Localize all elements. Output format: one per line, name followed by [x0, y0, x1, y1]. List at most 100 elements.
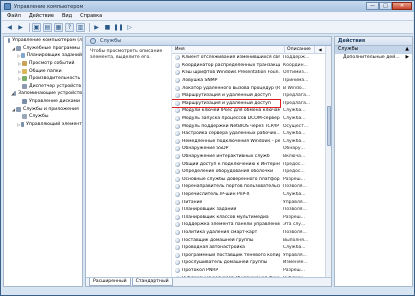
minimize-button[interactable]: —: [366, 2, 379, 10]
show-tree-icon[interactable]: ▤: [43, 22, 52, 32]
tree-item[interactable]: Службы: [4, 113, 82, 121]
tree-node-icon: [20, 53, 25, 59]
service-row[interactable]: Планировщик классов мультимедиа Разреш...: [172, 213, 331, 221]
tree-item[interactable]: Управление дисками: [4, 98, 82, 106]
service-description: Поддерж...: [283, 55, 310, 61]
service-name: Проводная автонастройка: [182, 245, 245, 251]
tree-node-icon: [22, 61, 27, 67]
forward-icon[interactable]: ▶: [16, 23, 25, 32]
service-gear-icon: [175, 100, 180, 106]
service-description: Управля...: [283, 199, 307, 205]
collapse-icon[interactable]: ▲: [405, 46, 409, 54]
close-button[interactable]: ✕: [392, 2, 412, 10]
service-row[interactable]: Обнаружение интерактивных служб Включа...: [172, 153, 331, 161]
service-row[interactable]: Планировщик заданий Позволя...: [172, 206, 331, 214]
tab-extended[interactable]: Расширенный: [89, 278, 131, 286]
menu-help[interactable]: Справка: [80, 13, 102, 19]
export-icon[interactable]: ▥: [76, 22, 85, 32]
service-row[interactable]: Координатор распределенных транзакций Коо…: [172, 62, 331, 70]
service-name: Маршрутизация и удаленный доступ: [182, 93, 271, 99]
menu-view[interactable]: Вид: [62, 13, 72, 19]
properties-icon[interactable]: ▦: [54, 22, 63, 32]
service-name: Настройка сервера удаленных рабочих...: [182, 131, 280, 137]
service-row[interactable]: Поддержка элемента панели управления "..…: [172, 221, 331, 229]
tree-item-label: Управление компьютером (л: [12, 38, 82, 44]
scroll-columns-icon[interactable]: ◀: [315, 46, 325, 53]
service-name-cell: Настройка сервера удаленных рабочих...: [172, 130, 280, 137]
service-name: Политика удаления смарт-карт: [182, 229, 258, 235]
stop-icon[interactable]: ■: [103, 23, 112, 32]
back-icon[interactable]: ◀: [5, 23, 14, 32]
service-name-cell: Перечислитель IP-шин PnP-X: [172, 191, 280, 198]
service-row[interactable]: Локатор удаленного вызова процедур (RPC)…: [172, 84, 331, 92]
tree-item[interactable]: ◢ Службы и приложения: [4, 105, 82, 113]
service-row[interactable]: Модуль запуска процессов DCOM-сервера Слу…: [172, 115, 331, 123]
tree-item-label: Просмотр событий: [29, 61, 75, 67]
tab-standard[interactable]: Стандартный: [131, 278, 173, 286]
tree-item[interactable]: ◢ Запоминающие устройств: [4, 90, 82, 98]
tree-item[interactable]: ▷ Просмотр событий: [4, 60, 82, 68]
service-gear-icon: [175, 214, 180, 220]
up-folder-icon[interactable]: ▣: [32, 22, 41, 32]
service-row[interactable]: Перечислитель IP-шин PnP-X Служба...: [172, 191, 331, 199]
service-row[interactable]: Немедленные подключения Windows - рег...…: [172, 138, 331, 146]
service-gear-icon: [175, 138, 180, 144]
tree-item[interactable]: ▷ Производительность: [4, 75, 82, 83]
actions-section-services[interactable]: Службы ▲: [335, 46, 412, 54]
vertical-scrollbar[interactable]: [325, 46, 331, 277]
help-icon[interactable]: ?: [65, 22, 74, 32]
selected-service-row[interactable]: Маршрутизация и удаленный доступ Предлага…: [172, 98, 331, 108]
service-row[interactable]: Прослушиватель домашней группы Изменяе...: [172, 259, 331, 267]
tree-item-label: Производительность: [29, 76, 81, 82]
service-gear-icon: [175, 229, 180, 235]
service-row[interactable]: Настройка сервера удаленных рабочих... Сл…: [172, 130, 331, 138]
play-icon[interactable]: ▶: [92, 23, 101, 32]
service-row[interactable]: Программный поставщик теневого копир... У…: [172, 251, 331, 259]
service-description: Предос...: [283, 169, 305, 175]
tree-item[interactable]: ▷ Управляющий элемент: [4, 121, 82, 129]
restart-icon[interactable]: ▷: [125, 23, 134, 32]
tree-item-label: Управление дисками: [29, 99, 81, 105]
maximize-button[interactable]: □: [379, 2, 392, 10]
service-row[interactable]: Модули ключей IPsec для обмена ключами..…: [172, 107, 331, 115]
service-row[interactable]: Определение оборудования оболочки Предос.…: [172, 168, 331, 176]
services-list: Имя Описание ◀ Клиент отслеживания измен…: [172, 46, 331, 277]
menu-action[interactable]: Действие: [29, 13, 54, 19]
menu-file[interactable]: Файл: [7, 13, 21, 19]
tree-item-label: Запоминающие устройств: [18, 91, 82, 97]
service-row[interactable]: Проводная автонастройка Служба...: [172, 244, 331, 252]
service-row[interactable]: Протокол PNRP Разреш...: [172, 267, 331, 275]
service-description: Позволя...: [283, 229, 307, 235]
service-row[interactable]: Клиент отслеживания изменившихся связей П…: [172, 54, 331, 62]
scrollbar-thumb[interactable]: [327, 106, 331, 146]
column-name-header[interactable]: Имя: [172, 46, 285, 53]
pause-icon[interactable]: ❚❚: [113, 23, 123, 32]
tree-node-icon: [14, 91, 17, 97]
view-tabs: Расширенный Стандартный: [86, 277, 331, 286]
service-description: Разреш...: [283, 267, 305, 273]
service-row[interactable]: Кэш шрифтов Windows Presentation Foun...…: [172, 69, 331, 77]
service-row[interactable]: Основные службы доверенного платформ... Р…: [172, 176, 331, 184]
service-name: Модули ключей IPsec для обмена ключами..…: [182, 108, 280, 114]
tree-item[interactable]: ◢ Служебные программы: [4, 45, 82, 53]
service-row[interactable]: Ловушка SNMP Принима...: [172, 77, 331, 85]
service-name: Обнаружение SSDP: [182, 146, 229, 152]
service-row[interactable]: Поставщик домашней группы Выполня...: [172, 236, 331, 244]
tree-item[interactable]: Диспетчер устройств: [4, 83, 82, 91]
service-name-cell: Обнаружение SSDP: [172, 145, 280, 152]
tree-item[interactable]: Управление компьютером (л: [4, 37, 82, 45]
column-description-header[interactable]: Описание: [285, 46, 315, 53]
tree-item[interactable]: ▷ Планировщик заданий: [4, 52, 82, 60]
service-row[interactable]: Политика удаления смарт-карт Позволя...: [172, 229, 331, 237]
service-row[interactable]: Общий доступ к подключению к Интернету..…: [172, 160, 331, 168]
more-actions-item[interactable]: Дополнительные дей... ▶: [335, 54, 412, 62]
service-row[interactable]: Маршрутизация и удаленный доступ Предлага…: [172, 92, 331, 100]
service-row[interactable]: Питание Управля...: [172, 198, 331, 206]
tree-item-label: Планировщик заданий: [26, 53, 82, 59]
tree-item[interactable]: ▷ Общие папки: [4, 67, 82, 75]
service-description: Включа...: [283, 154, 306, 160]
service-row[interactable]: Перенаправитель портов пользовательск...…: [172, 183, 331, 191]
service-description: Предлага...: [283, 93, 311, 99]
service-row[interactable]: Модуль поддержки NetBIOS через TCP/IP Осу…: [172, 122, 331, 130]
service-row[interactable]: Обнаружение SSDP Обнару...: [172, 145, 331, 153]
